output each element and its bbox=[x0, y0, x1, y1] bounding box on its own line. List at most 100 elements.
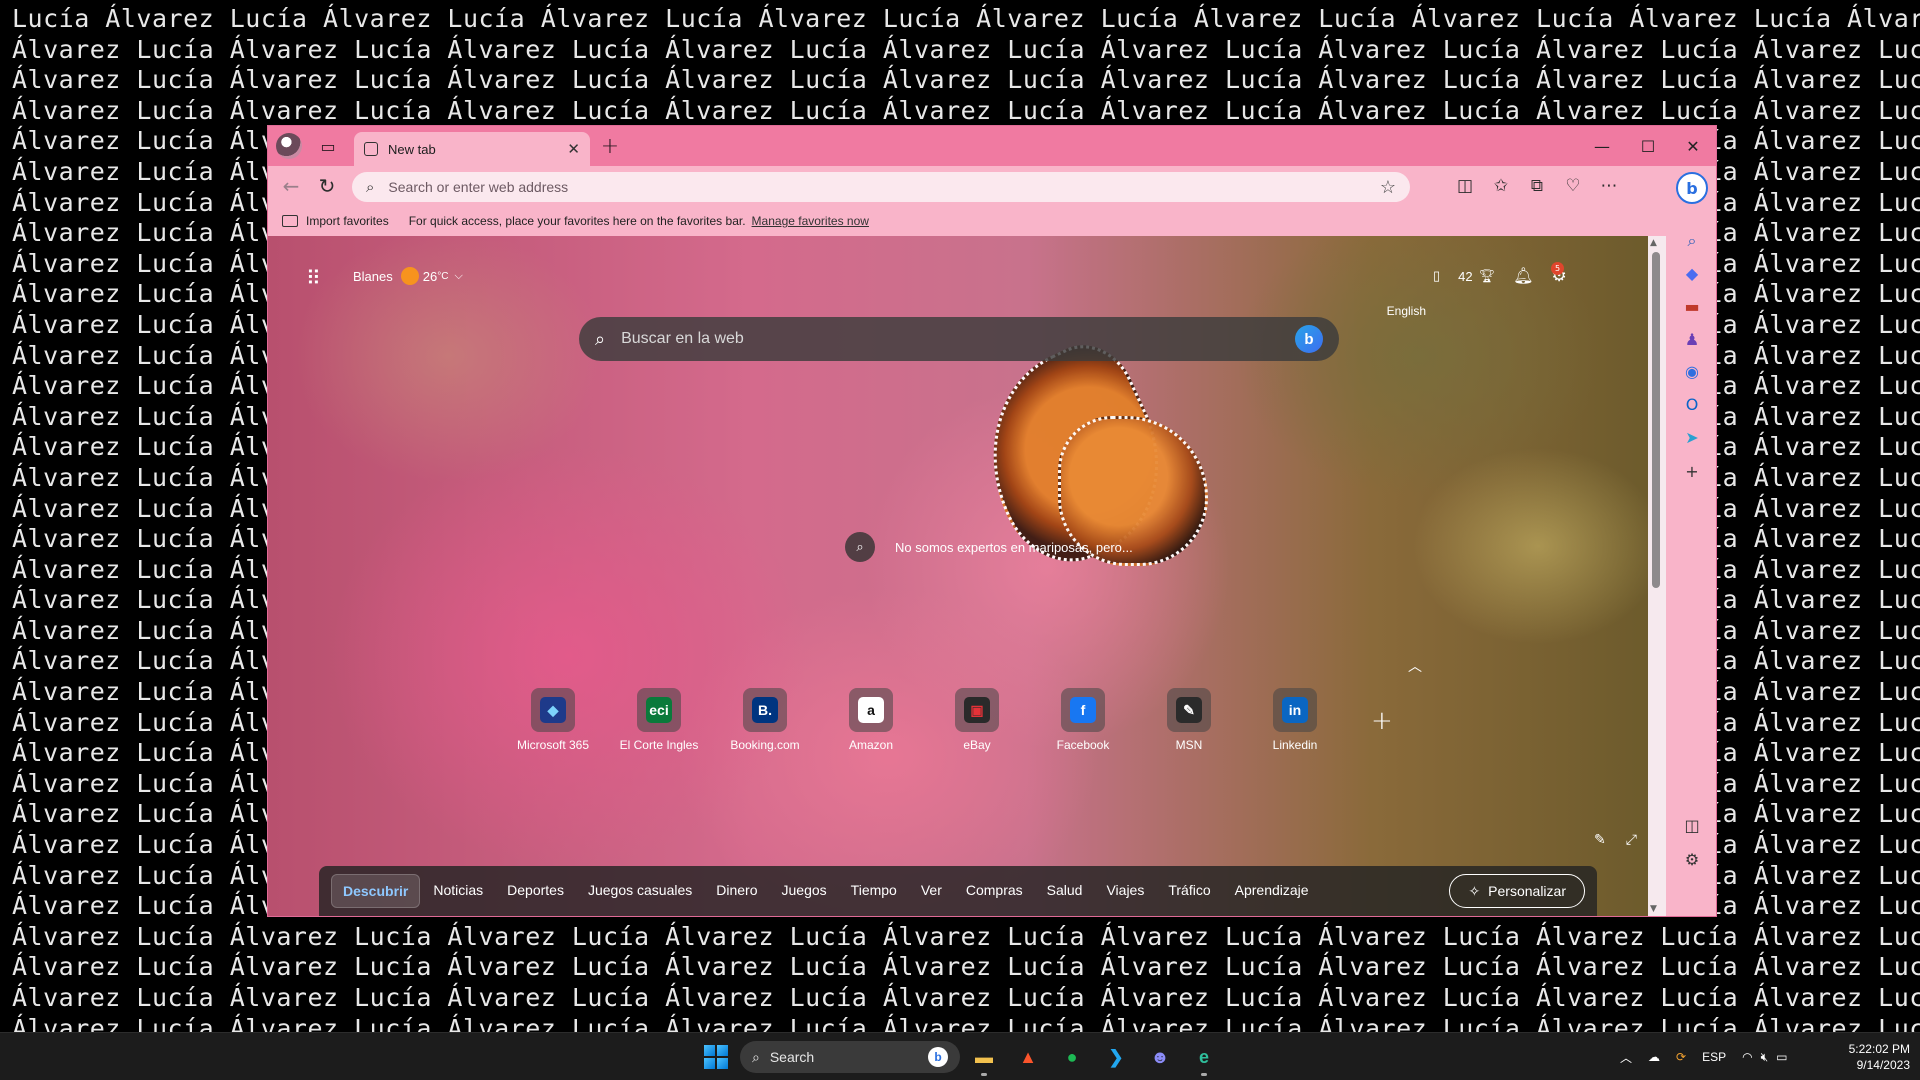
quick-link[interactable]: B. Booking.com bbox=[712, 688, 818, 752]
tools-icon[interactable]: ▬ bbox=[1679, 293, 1705, 319]
bing-copilot-icon[interactable]: b bbox=[1676, 172, 1708, 204]
scroll-down-arrow-icon[interactable]: ▼ bbox=[1650, 904, 1657, 914]
web-search-input[interactable]: Buscar en la web bbox=[621, 330, 1295, 348]
update-icon[interactable]: ⟳ bbox=[1676, 1050, 1686, 1064]
quick-link[interactable]: f Facebook bbox=[1030, 688, 1136, 752]
personalize-button[interactable]: ✧ Personalizar bbox=[1449, 874, 1585, 908]
add-icon[interactable]: + bbox=[1679, 458, 1705, 484]
rewards-trophy-icon[interactable]: 🏆︎ bbox=[1479, 268, 1496, 284]
favorites-icon[interactable]: ✩ bbox=[1486, 171, 1516, 201]
manage-favorites-link[interactable]: Manage favorites now bbox=[752, 214, 869, 228]
feed-tab[interactable]: Dinero bbox=[705, 874, 768, 908]
quick-link[interactable]: a Amazon bbox=[818, 688, 924, 752]
weather-widget[interactable]: Blanes 26 °C ⌵ bbox=[353, 267, 463, 285]
outlook-icon[interactable]: O bbox=[1679, 391, 1705, 417]
edge-icon[interactable]: e bbox=[1188, 1041, 1220, 1076]
spotify-icon[interactable]: ● bbox=[1056, 1041, 1088, 1073]
feed-tab[interactable]: Compras bbox=[955, 874, 1034, 908]
brave-icon[interactable]: ▲ bbox=[1012, 1041, 1044, 1073]
weather-temp: 26 bbox=[422, 268, 438, 284]
edit-background-icon[interactable]: ✎ bbox=[1594, 832, 1606, 848]
chevron-up-icon[interactable]: ︿ bbox=[1620, 1049, 1632, 1066]
expand-icon[interactable]: ⤢ bbox=[1626, 832, 1637, 848]
quick-link[interactable]: eci El Corte Ingles bbox=[606, 688, 712, 752]
browser-essentials-icon[interactable]: ♡ bbox=[1558, 171, 1588, 201]
quick-link-tile[interactable]: ▣ bbox=[955, 688, 999, 732]
feed-tab[interactable]: Juegos bbox=[771, 874, 838, 908]
quick-link[interactable]: ▣ eBay bbox=[924, 688, 1030, 752]
search-icon[interactable]: ⌕ bbox=[1679, 228, 1705, 254]
start-windows-icon[interactable] bbox=[704, 1045, 728, 1069]
address-bar[interactable]: ⌕ Search or enter web address ☆ bbox=[352, 172, 1410, 202]
scrollbar-thumb[interactable] bbox=[1652, 252, 1660, 588]
feed-tab[interactable]: Descubrir bbox=[331, 874, 421, 908]
chevron-up-icon[interactable]: ︿ bbox=[1408, 656, 1422, 676]
feed-tab[interactable]: Viajes bbox=[1095, 874, 1155, 908]
quick-link-tile[interactable]: f bbox=[1061, 688, 1105, 732]
quick-link[interactable]: ✎ MSN bbox=[1136, 688, 1242, 752]
tab-close-icon[interactable]: ✕ bbox=[567, 140, 580, 158]
quick-link-tile[interactable]: in bbox=[1273, 688, 1317, 732]
add-quick-link-button[interactable]: + bbox=[1371, 706, 1393, 736]
feed-tab[interactable]: Aprendizaje bbox=[1224, 874, 1320, 908]
volume-mute-icon[interactable]: 🔇︎ bbox=[1761, 1050, 1769, 1065]
wallpaper-text-line: Álvarez Lucía Álvarez Lucía Álvarez Lucí… bbox=[12, 983, 1920, 1012]
shopping-tag-icon[interactable]: ◆ bbox=[1679, 260, 1705, 286]
quick-link[interactable]: in Linkedin bbox=[1242, 688, 1348, 752]
quick-link-tile[interactable]: ✎ bbox=[1167, 688, 1211, 732]
minimize-button[interactable]: — bbox=[1582, 132, 1622, 160]
feed-tab[interactable]: Salud bbox=[1036, 874, 1094, 908]
phone-icon[interactable]: ▯ bbox=[1433, 268, 1440, 284]
quick-link-tile[interactable]: eci bbox=[637, 688, 681, 732]
games-icon[interactable]: ♟ bbox=[1679, 326, 1705, 352]
sidebar-settings-gear-icon[interactable]: ⚙ bbox=[1679, 846, 1705, 872]
scroll-up-arrow-icon[interactable]: ▲ bbox=[1650, 238, 1657, 248]
onedrive-cloud-icon[interactable]: ☁ bbox=[1648, 1050, 1660, 1064]
bing-icon[interactable]: b bbox=[928, 1047, 948, 1067]
file-explorer-icon[interactable]: ▬ bbox=[968, 1041, 1000, 1076]
discord-icon[interactable]: ☻ bbox=[1144, 1041, 1176, 1073]
quick-link[interactable]: ◆ Microsoft 365 bbox=[500, 688, 606, 752]
web-search-box[interactable]: ⌕ Buscar en la web b bbox=[579, 317, 1339, 361]
app-launcher-icon[interactable]: ⠿ bbox=[306, 266, 321, 290]
image-caption[interactable]: ⌕ No somos expertos en mariposas, pero..… bbox=[845, 532, 1133, 562]
taskbar-search-box[interactable]: ⌕ Search b bbox=[740, 1041, 960, 1073]
feed-tab[interactable]: Juegos casuales bbox=[577, 874, 703, 908]
tab-actions-icon[interactable]: ▭ bbox=[314, 132, 342, 160]
back-button[interactable]: ← bbox=[276, 171, 306, 201]
feed-tab[interactable]: Noticias bbox=[422, 874, 494, 908]
quick-link-tile[interactable]: B. bbox=[743, 688, 787, 732]
weather-city: Blanes bbox=[353, 268, 393, 284]
vscode-icon[interactable]: ❯ bbox=[1100, 1041, 1132, 1073]
clock[interactable]: 5:22:02 PM 9/14/2023 bbox=[1828, 1041, 1910, 1073]
wifi-icon[interactable]: ◠ bbox=[1742, 1050, 1752, 1064]
close-button[interactable]: ✕ bbox=[1673, 132, 1713, 160]
visual-search-icon[interactable]: ⌕ bbox=[845, 532, 875, 562]
more-icon[interactable]: ⋯ bbox=[1594, 171, 1624, 201]
quick-link-tile[interactable]: a bbox=[849, 688, 893, 732]
feed-tab[interactable]: Ver bbox=[910, 874, 953, 908]
quick-link-tile[interactable]: ◆ bbox=[531, 688, 575, 732]
hide-sidebar-icon[interactable]: ◫ bbox=[1679, 812, 1705, 838]
profile-avatar[interactable] bbox=[276, 133, 302, 159]
tab-new-tab[interactable]: New tab ✕ bbox=[354, 132, 590, 166]
maximize-button[interactable]: ☐ bbox=[1628, 132, 1668, 160]
feed-tab[interactable]: Tiempo bbox=[840, 874, 908, 908]
battery-icon[interactable]: ▭ bbox=[1776, 1050, 1787, 1064]
input-language[interactable]: ESP bbox=[1702, 1050, 1726, 1064]
add-favorite-star-icon[interactable]: ☆ bbox=[1380, 177, 1396, 198]
language-toggle[interactable]: English bbox=[1326, 304, 1426, 318]
new-tab-button[interactable]: + bbox=[596, 132, 624, 160]
notifications-bell-icon[interactable]: 🔔︎ bbox=[1513, 266, 1533, 286]
feed-tab[interactable]: Deportes bbox=[496, 874, 575, 908]
import-favorites-button[interactable]: Import favorites bbox=[306, 214, 389, 228]
refresh-button[interactable]: ↻ bbox=[312, 171, 342, 201]
split-screen-icon[interactable]: ◫ bbox=[1450, 171, 1480, 201]
address-input[interactable]: Search or enter web address bbox=[388, 179, 1379, 195]
bing-chat-icon[interactable]: b bbox=[1295, 325, 1323, 353]
image-caption-text[interactable]: No somos expertos en mariposas, pero... bbox=[895, 540, 1133, 555]
microsoft365-icon[interactable]: ◉ bbox=[1679, 358, 1705, 384]
feed-tab[interactable]: Tráfico bbox=[1157, 874, 1221, 908]
drop-icon[interactable]: ➤ bbox=[1679, 424, 1705, 450]
collections-icon[interactable]: ⧉ bbox=[1522, 171, 1552, 201]
